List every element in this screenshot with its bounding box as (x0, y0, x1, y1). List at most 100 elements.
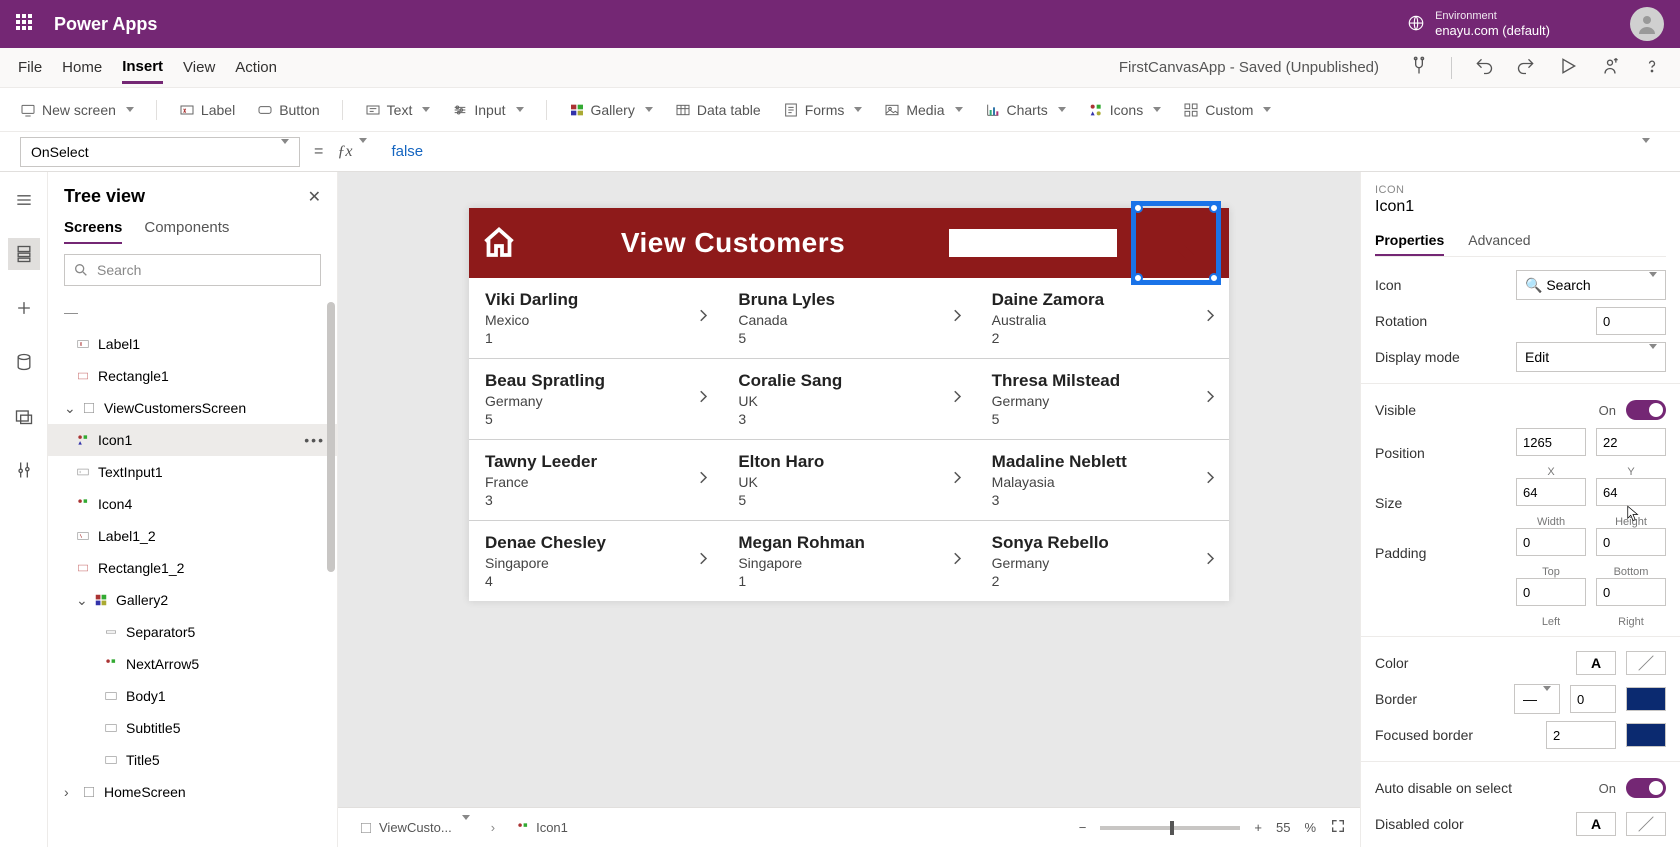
prop-visible-toggle[interactable] (1626, 400, 1666, 420)
zoom-in-icon[interactable]: + (1254, 820, 1262, 835)
tree-scrollbar[interactable] (327, 302, 335, 572)
formula-input[interactable]: false (381, 137, 1660, 167)
ribbon-input[interactable]: Input (452, 102, 523, 118)
menu-insert[interactable]: Insert (122, 52, 163, 84)
menu-home[interactable]: Home (62, 53, 102, 82)
chevron-right-icon[interactable] (1201, 469, 1219, 492)
menu-action[interactable]: Action (235, 53, 277, 82)
chevron-right-icon[interactable] (1201, 550, 1219, 573)
gallery-cell[interactable]: Bruna Lyles Canada 5 (722, 278, 975, 358)
fit-icon[interactable] (1330, 818, 1346, 837)
chevron-right-icon[interactable] (1201, 388, 1219, 411)
tree-search[interactable]: Search (64, 254, 321, 286)
tab-screens[interactable]: Screens (64, 213, 122, 244)
props-tab-advanced[interactable]: Advanced (1468, 226, 1530, 256)
avatar[interactable] (1630, 7, 1664, 41)
menu-file[interactable]: File (18, 53, 42, 82)
prop-border-width[interactable] (1570, 685, 1616, 713)
gallery-cell[interactable]: Megan Rohman Singapore 1 (722, 521, 975, 601)
home-icon[interactable] (481, 225, 517, 261)
tree-node-label1[interactable]: Label1 (48, 328, 337, 360)
tree-node-textinput1[interactable]: TextInput1 (48, 456, 337, 488)
chevron-right-icon[interactable] (948, 550, 966, 573)
share-icon[interactable] (1600, 56, 1620, 80)
ribbon-data-table[interactable]: Data table (675, 102, 761, 118)
help-icon[interactable] (1642, 56, 1662, 80)
ribbon-label[interactable]: Label (179, 102, 235, 118)
ribbon-forms[interactable]: Forms (783, 102, 863, 118)
play-icon[interactable] (1558, 56, 1578, 80)
prop-disabled-font-color[interactable]: A (1576, 812, 1616, 836)
chevron-right-icon[interactable] (948, 469, 966, 492)
ribbon-icons[interactable]: Icons (1088, 102, 1161, 118)
more-icon[interactable]: ••• (304, 432, 325, 448)
property-select[interactable]: OnSelect (20, 137, 300, 167)
gallery-cell[interactable]: Denae Chesley Singapore 4 (469, 521, 722, 601)
tree-node-title5[interactable]: Title5 (48, 744, 337, 776)
prop-padright-input[interactable] (1596, 578, 1666, 606)
rail-hamburger-icon[interactable] (8, 184, 40, 216)
rail-tools-icon[interactable] (8, 454, 40, 486)
menu-view[interactable]: View (183, 53, 215, 82)
rail-media-icon[interactable] (8, 400, 40, 432)
prop-padleft-input[interactable] (1516, 578, 1586, 606)
prop-x-input[interactable] (1516, 428, 1586, 456)
chevron-right-icon[interactable] (694, 307, 712, 330)
prop-height-input[interactable] (1596, 478, 1666, 506)
chevron-right-icon[interactable] (694, 550, 712, 573)
prop-focused-border-input[interactable] (1546, 721, 1616, 749)
ribbon-gallery[interactable]: Gallery (569, 102, 653, 118)
tree-close-icon[interactable]: ✕ (308, 187, 321, 207)
fx-icon[interactable]: ƒx (337, 143, 367, 161)
tree-node-icon1[interactable]: Icon1••• (48, 424, 337, 456)
chevron-right-icon[interactable] (1201, 307, 1219, 330)
prop-focused-border-color[interactable] (1626, 723, 1666, 747)
gallery-cell[interactable]: Daine Zamora Australia 2 (976, 278, 1229, 358)
rail-tree-icon[interactable] (8, 238, 40, 270)
tree-node-separator5[interactable]: Separator5 (48, 616, 337, 648)
prop-font-color[interactable]: A (1576, 651, 1616, 675)
chevron-right-icon[interactable] (694, 388, 712, 411)
tree-node-viewcustomers[interactable]: ⌄ViewCustomersScreen (48, 392, 337, 424)
prop-autodisable-toggle[interactable] (1626, 778, 1666, 798)
gallery-cell[interactable]: Sonya Rebello Germany 2 (976, 521, 1229, 601)
tree-node-label1-2[interactable]: Label1_2 (48, 520, 337, 552)
prop-padtop-input[interactable] (1516, 528, 1586, 556)
tree-node-rectangle1-2[interactable]: Rectangle1_2 (48, 552, 337, 584)
tree-node-icon4[interactable]: Icon4 (48, 488, 337, 520)
undo-icon[interactable] (1474, 56, 1494, 80)
canvas-screen[interactable]: View Customers Viki Darling Mexico 1 Bru… (469, 208, 1229, 601)
search-textbox[interactable] (949, 229, 1117, 257)
prop-displaymode-select[interactable]: Edit (1516, 342, 1666, 372)
prop-padbottom-input[interactable] (1596, 528, 1666, 556)
gallery-cell[interactable]: Beau Spratling Germany 5 (469, 359, 722, 439)
tree-node-body1[interactable]: Body1 (48, 680, 337, 712)
prop-border-style[interactable]: — (1514, 684, 1560, 714)
ribbon-custom[interactable]: Custom (1183, 102, 1271, 118)
rail-add-icon[interactable] (8, 292, 40, 324)
gallery-cell[interactable]: Madaline Neblett Malayasia 3 (976, 440, 1229, 520)
redo-icon[interactable] (1516, 56, 1536, 80)
prop-fill-color[interactable] (1626, 651, 1666, 675)
prop-icon-select[interactable]: 🔍 Search (1516, 270, 1666, 300)
gallery-cell[interactable]: Viki Darling Mexico 1 (469, 278, 722, 358)
props-tab-properties[interactable]: Properties (1375, 226, 1444, 256)
selected-search-icon[interactable] (1135, 205, 1217, 281)
prop-rotation-input[interactable] (1596, 307, 1666, 335)
prop-y-input[interactable] (1596, 428, 1666, 456)
chevron-right-icon[interactable] (694, 469, 712, 492)
gallery-cell[interactable]: Elton Haro UK 5 (722, 440, 975, 520)
waffle-icon[interactable] (16, 14, 36, 34)
prop-border-color[interactable] (1626, 687, 1666, 711)
ribbon-text[interactable]: Text (365, 102, 431, 118)
tree-node[interactable]: — (48, 296, 337, 328)
breadcrumb-icon1[interactable]: Icon1 (509, 817, 575, 838)
prop-width-input[interactable] (1516, 478, 1586, 506)
tab-components[interactable]: Components (144, 213, 229, 244)
ribbon-media[interactable]: Media (884, 102, 962, 118)
tree-node-nextarrow5[interactable]: NextArrow5 (48, 648, 337, 680)
gallery-cell[interactable]: Coralie Sang UK 3 (722, 359, 975, 439)
tree-node-rectangle1[interactable]: Rectangle1 (48, 360, 337, 392)
chevron-right-icon[interactable] (948, 388, 966, 411)
breadcrumb-screen[interactable]: ViewCusto... (352, 817, 477, 838)
